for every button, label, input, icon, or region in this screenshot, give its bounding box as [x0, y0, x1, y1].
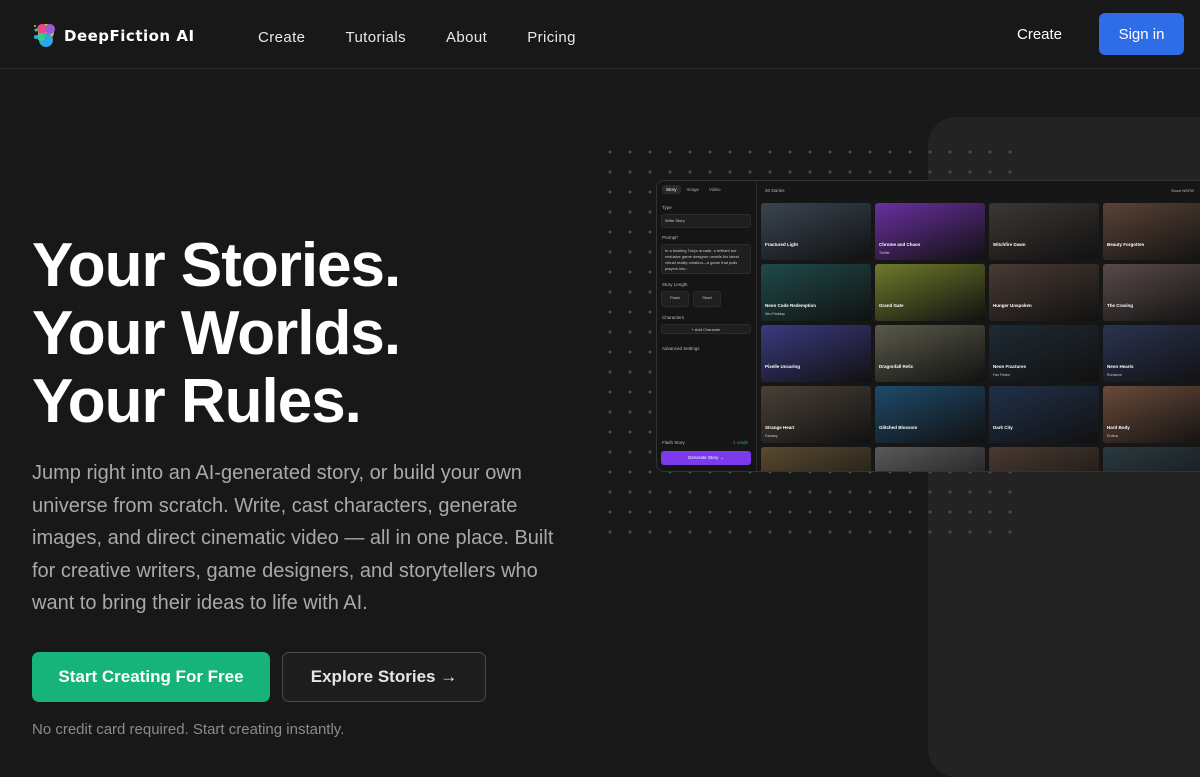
story-card[interactable]: Pixelle Uncaring	[761, 325, 871, 382]
nav-links: Create Tutorials About Pricing	[258, 29, 576, 46]
story-card[interactable]: Hunger Unspoken	[989, 264, 1099, 321]
tab-image[interactable]: Image	[683, 185, 704, 194]
story-card[interactable]: Neon Fractures Fan Fiction	[989, 325, 1099, 382]
hero-description: Jump right into an AI-generated story, o…	[32, 462, 554, 614]
story-card[interactable]: Neon Code Redemption Neo Fantasy	[761, 264, 871, 321]
nav-link-create[interactable]: Create	[258, 29, 305, 46]
story-card-genre: Erotica	[1107, 434, 1118, 438]
brain-logo-icon	[32, 20, 58, 52]
brand-logo[interactable]: DeepFiction AI	[32, 20, 195, 52]
story-card-title: The Craving	[1107, 303, 1134, 308]
nav-link-about[interactable]: About	[446, 29, 487, 46]
add-character-button[interactable]: + Add Character	[661, 324, 751, 334]
generate-story-button[interactable]: Generate Story →	[661, 451, 751, 465]
story-card-genre: Romance	[1107, 373, 1122, 377]
brand-name: DeepFiction AI	[64, 27, 195, 45]
story-card[interactable]: Fractured Light	[761, 203, 871, 260]
prompt-input[interactable]: In a bustling Tokyo arcade, a brilliant …	[661, 244, 751, 274]
story-card-title: Neon Fractures	[993, 364, 1027, 369]
story-card-genre: Thriller	[879, 251, 890, 255]
story-card[interactable]: Hard Body Erotica	[1103, 386, 1200, 443]
story-card[interactable]: Glitched Blossom	[875, 386, 985, 443]
nsfw-toggle[interactable]: Show NSFW	[1171, 188, 1194, 193]
story-grid: Fractured Light Chrome and Chaos Thriller W…	[761, 203, 1200, 471]
type-label: Type	[662, 205, 672, 210]
type-select[interactable]: Write Story	[661, 214, 751, 228]
tab-story[interactable]: Story	[662, 185, 681, 194]
story-card[interactable]	[761, 447, 871, 471]
explore-stories-button[interactable]: Explore Stories →	[282, 652, 486, 702]
length-label: Story Length	[662, 282, 688, 287]
preview-tabs: Story Image Video	[662, 185, 724, 194]
signin-button[interactable]: Sign in	[1099, 13, 1184, 55]
story-card-title: Glitched Blossom	[879, 425, 918, 430]
preview-sidebar: Story Image Video Type Write Story Promp…	[657, 181, 757, 471]
story-card[interactable]: Dragonfall Relic	[875, 325, 985, 382]
story-card-title: Strange Heart	[765, 425, 795, 430]
story-card[interactable]	[989, 447, 1099, 471]
prompt-label: Prompt*	[662, 235, 679, 240]
characters-label: Characters	[662, 315, 685, 320]
create-link[interactable]: Create	[1017, 26, 1062, 43]
arrow-right-icon: →	[440, 667, 458, 686]
story-card[interactable]: The Craving	[1103, 264, 1200, 321]
story-card-title: Grand Gate	[879, 303, 904, 308]
story-card[interactable]: Strange Heart Fantasy	[761, 386, 871, 443]
story-card-title: Fractured Light	[765, 242, 799, 247]
story-card-genre: Neo Fantasy	[765, 312, 785, 316]
story-card-title: Beauty Forgotten	[1107, 242, 1145, 247]
advanced-settings[interactable]: Advanced Settings	[662, 346, 700, 351]
credit-badge: 1 credit	[733, 440, 748, 445]
story-card[interactable]: Grand Gate	[875, 264, 985, 321]
story-card[interactable]: Chrome and Chaos Thriller	[875, 203, 985, 260]
story-card-title: Hunger Unspoken	[993, 303, 1032, 308]
story-count: 20 stories	[765, 188, 785, 193]
nav-link-pricing[interactable]: Pricing	[527, 29, 576, 46]
story-card-genre: Fan Fiction	[993, 373, 1011, 377]
story-card-title: Neon Hearts	[1107, 364, 1134, 369]
story-card-title: Neon Code Redemption	[765, 303, 817, 308]
top-navbar: DeepFiction AI Create Tutorials About Pr…	[0, 0, 1200, 69]
preview-gallery: 20 stories Show NSFW Fractured Light Chro…	[761, 181, 1200, 471]
nav-link-tutorials[interactable]: Tutorials	[345, 29, 406, 46]
hero-title-line: Your Stories.	[32, 231, 401, 300]
story-card-title: Dark City	[993, 425, 1013, 430]
hero-title-line: Your Worlds.	[32, 299, 401, 368]
length-short[interactable]: Short	[693, 291, 721, 307]
story-card-title: Pixelle Uncaring	[765, 364, 801, 369]
story-card-genre: Fantasy	[765, 434, 778, 438]
story-card[interactable]: Neon Hearts Romance	[1103, 325, 1200, 382]
length-flash[interactable]: Flash	[661, 291, 689, 307]
hero-title-line: Your Rules.	[32, 367, 362, 436]
story-card-title: Dragonfall Relic	[879, 364, 914, 369]
no-credit-note: No credit card required. Start creating …	[32, 721, 345, 738]
flash-story-label: Flash Story	[662, 440, 685, 445]
start-creating-button[interactable]: Start Creating For Free	[32, 652, 270, 702]
explore-stories-label: Explore Stories	[310, 667, 436, 686]
story-card[interactable]: Dark City	[989, 386, 1099, 443]
tab-video[interactable]: Video	[705, 185, 724, 194]
hero-title: Your Stories. Your Worlds. Your Rules.	[32, 231, 401, 436]
app-preview: Story Image Video Type Write Story Promp…	[656, 180, 1200, 472]
story-card[interactable]	[875, 447, 985, 471]
story-card[interactable]: Beauty Forgotten	[1103, 203, 1200, 260]
story-card[interactable]	[1103, 447, 1200, 471]
story-card-title: Hard Body	[1107, 425, 1130, 430]
story-card[interactable]: Witchfire Dawn	[989, 203, 1099, 260]
story-card-title: Witchfire Dawn	[993, 242, 1026, 247]
story-card-title: Chrome and Chaos	[879, 242, 921, 247]
